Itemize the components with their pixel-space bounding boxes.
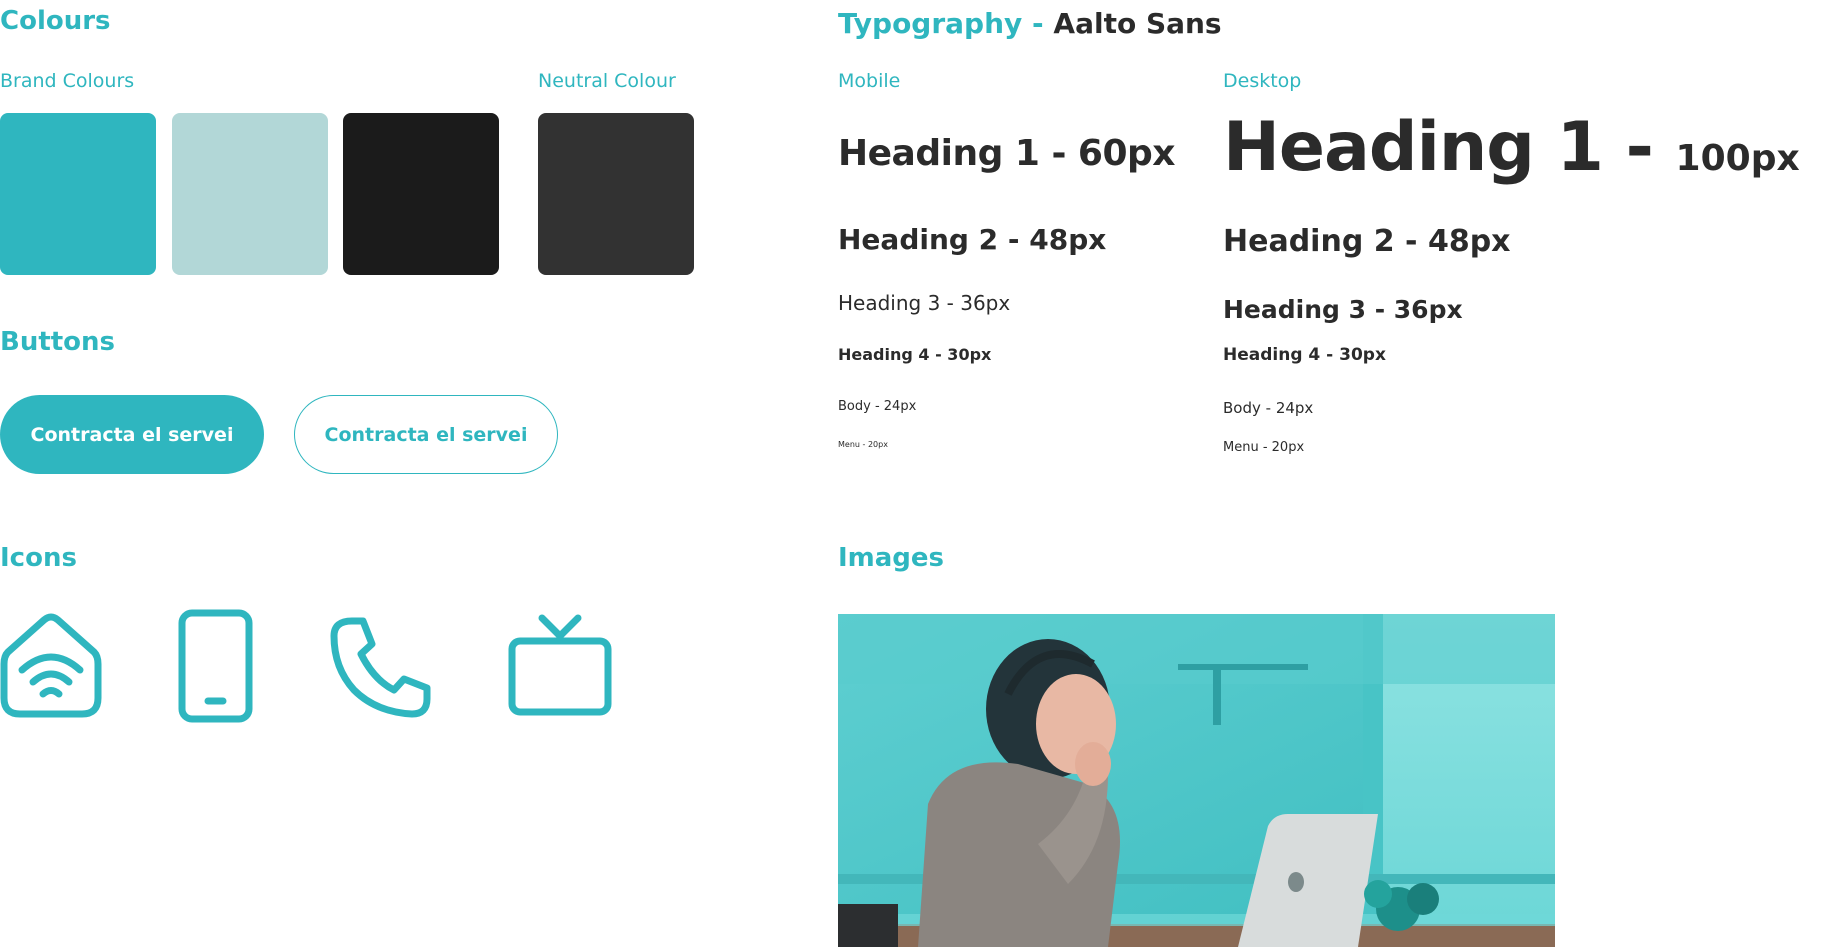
mobile-label: Mobile	[838, 70, 901, 92]
brand-swatch-teal	[0, 113, 156, 275]
outline-button-label: Contracta el servei	[324, 423, 528, 446]
sample-photo	[838, 614, 1555, 947]
desktop-heading-1-main: Heading 1 -	[1223, 108, 1676, 187]
desktop-body-sample: Body - 24px	[1223, 399, 1314, 417]
icons-title: Icons	[0, 543, 77, 573]
desktop-heading-4-sample: Heading 4 - 30px	[1223, 345, 1386, 365]
desktop-heading-1-sample: Heading 1 - 100px	[1223, 114, 1800, 182]
desktop-label: Desktop	[1223, 70, 1302, 92]
mobile-menu-sample: Menu - 20px	[838, 440, 888, 449]
brand-swatch-light-teal	[172, 113, 328, 275]
desktop-menu-sample: Menu - 20px	[1223, 440, 1305, 455]
desktop-heading-1-size: 100px	[1675, 138, 1800, 179]
mobile-phone-icon	[178, 609, 253, 723]
typography-title: Typography - Aalto Sans	[838, 10, 1222, 38]
tv-icon	[508, 614, 612, 716]
brand-colours-label: Brand Colours	[0, 70, 135, 92]
typography-font-name: Aalto Sans	[1053, 7, 1222, 40]
buttons-title: Buttons	[0, 327, 116, 357]
home-wifi-icon	[0, 613, 102, 718]
neutral-swatch-dark-grey	[538, 113, 694, 275]
mobile-heading-1-sample: Heading 1 - 60px	[838, 133, 1176, 174]
contract-service-outline-button[interactable]: Contracta el servei	[294, 395, 558, 474]
primary-button-label: Contracta el servei	[30, 423, 234, 446]
mobile-heading-4-sample: Heading 4 - 30px	[838, 345, 992, 364]
mobile-heading-2-sample: Heading 2 - 48px	[838, 223, 1107, 256]
neutral-colour-label: Neutral Colour	[538, 70, 676, 92]
desktop-heading-3-sample: Heading 3 - 36px	[1223, 295, 1463, 324]
images-title: Images	[838, 543, 945, 573]
mobile-body-sample: Body - 24px	[838, 399, 917, 414]
colours-title: Colours	[0, 6, 111, 36]
contract-service-primary-button[interactable]: Contracta el servei	[0, 395, 264, 474]
typography-title-prefix: Typography -	[838, 7, 1054, 40]
brand-swatch-black	[343, 113, 499, 275]
mobile-heading-3-sample: Heading 3 - 36px	[838, 291, 1011, 315]
desktop-heading-2-sample: Heading 2 - 48px	[1223, 224, 1511, 259]
telephone-icon	[330, 617, 431, 718]
